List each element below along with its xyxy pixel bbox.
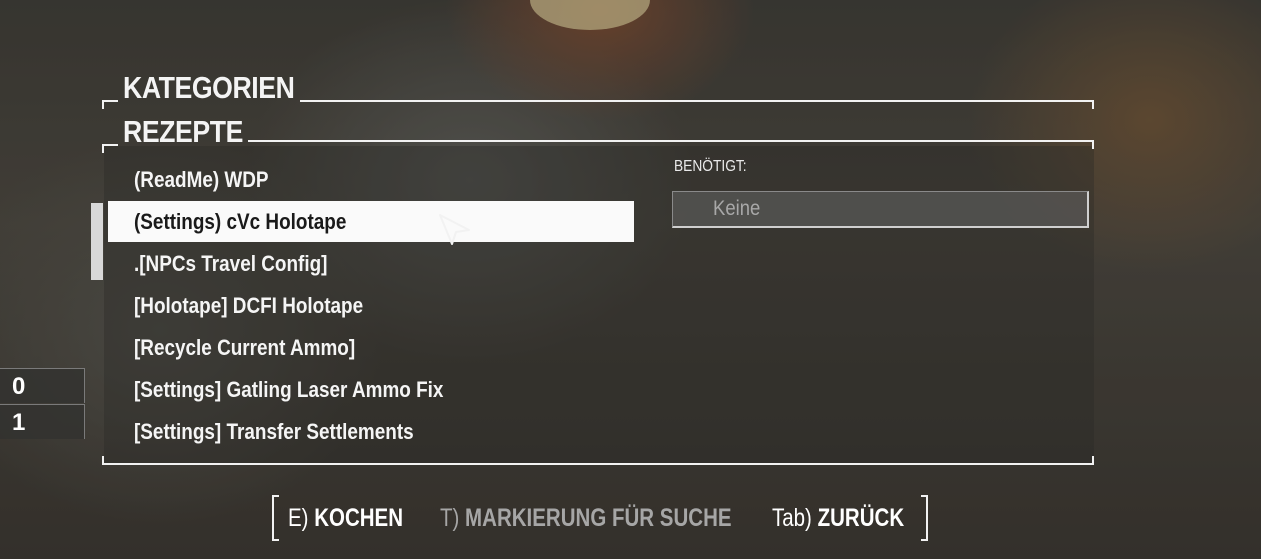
cook-key: E) <box>288 504 309 532</box>
recipes-header: REZEPTE <box>123 114 243 149</box>
counter-box: 1 <box>0 404 85 439</box>
mark-for-search-button[interactable]: T) MARKIERUNG FÜR SUCHE <box>440 503 732 533</box>
requires-value: Keine <box>713 197 761 220</box>
recipe-item-label: (Settings) cVc Holotape <box>134 209 347 234</box>
categories-frame-top-line <box>300 100 1094 102</box>
recipe-list-scrollbar[interactable] <box>91 203 103 280</box>
cook-action: KOCHEN <box>314 504 404 532</box>
cook-button[interactable]: E) KOCHEN <box>288 503 403 533</box>
recipe-item-label: [Settings] Gatling Laser Ammo Fix <box>134 377 444 402</box>
recipe-item-label: .[NPCs Travel Config] <box>134 251 328 276</box>
back-key: Tab) <box>772 504 812 532</box>
recipes-frame-left-tick <box>102 144 104 153</box>
recipe-item-readme-wdp[interactable]: (ReadMe) WDP <box>108 159 634 200</box>
recipe-item-npcs-travel-config[interactable]: .[NPCs Travel Config] <box>108 243 634 284</box>
counter-value: 1 <box>12 409 26 436</box>
recipe-item-label: [Settings] Transfer Settlements <box>134 419 414 444</box>
mark-key: T) <box>440 504 460 532</box>
recipes-frame-top-line <box>248 140 1094 142</box>
recipe-item-holotape-dcfi[interactable]: [Holotape] DCFI Holotape <box>108 285 634 326</box>
recipes-frame-bottom-line <box>102 463 1094 465</box>
recipe-item-transfer-settlements[interactable]: [Settings] Transfer Settlements <box>108 411 634 452</box>
back-action: ZURÜCK <box>817 504 905 532</box>
recipe-item-label: (ReadMe) WDP <box>134 167 269 192</box>
recipes-frame-right-tick <box>1092 140 1094 149</box>
recipe-item-recycle-current-ammo[interactable]: [Recycle Current Ammo] <box>108 327 634 368</box>
counter-box: 0 <box>0 368 85 403</box>
requires-box: Keine <box>672 191 1089 228</box>
categories-frame-right-tick <box>1092 100 1094 109</box>
categories-frame-left-tick <box>102 100 104 109</box>
footer-bracket-right <box>921 495 928 541</box>
recipe-item-gatling-laser-ammo-fix[interactable]: [Settings] Gatling Laser Ammo Fix <box>108 369 634 410</box>
footer-hint-bar: E) KOCHEN T) MARKIERUNG FÜR SUCHE Tab) Z… <box>272 495 928 541</box>
requires-label: BENÖTIGT: <box>674 158 747 175</box>
back-button[interactable]: Tab) ZURÜCK <box>772 503 904 533</box>
categories-header: KATEGORIEN <box>123 70 295 105</box>
footer-bracket-left <box>272 495 279 541</box>
recipes-frame-bottom-right-tick <box>1092 456 1094 465</box>
recipes-frame-left-stub <box>102 144 118 146</box>
mouse-cursor-icon <box>439 214 470 245</box>
recipe-item-settings-cvc-holotape[interactable]: (Settings) cVc Holotape <box>108 201 634 242</box>
mark-action: MARKIERUNG FÜR SUCHE <box>465 504 732 532</box>
recipe-item-label: [Holotape] DCFI Holotape <box>134 293 364 318</box>
counter-value: 0 <box>12 373 26 400</box>
recipes-frame-bottom-left-tick <box>102 456 104 465</box>
categories-frame-left-stub <box>102 100 118 102</box>
recipe-item-label: [Recycle Current Ammo] <box>134 335 356 360</box>
